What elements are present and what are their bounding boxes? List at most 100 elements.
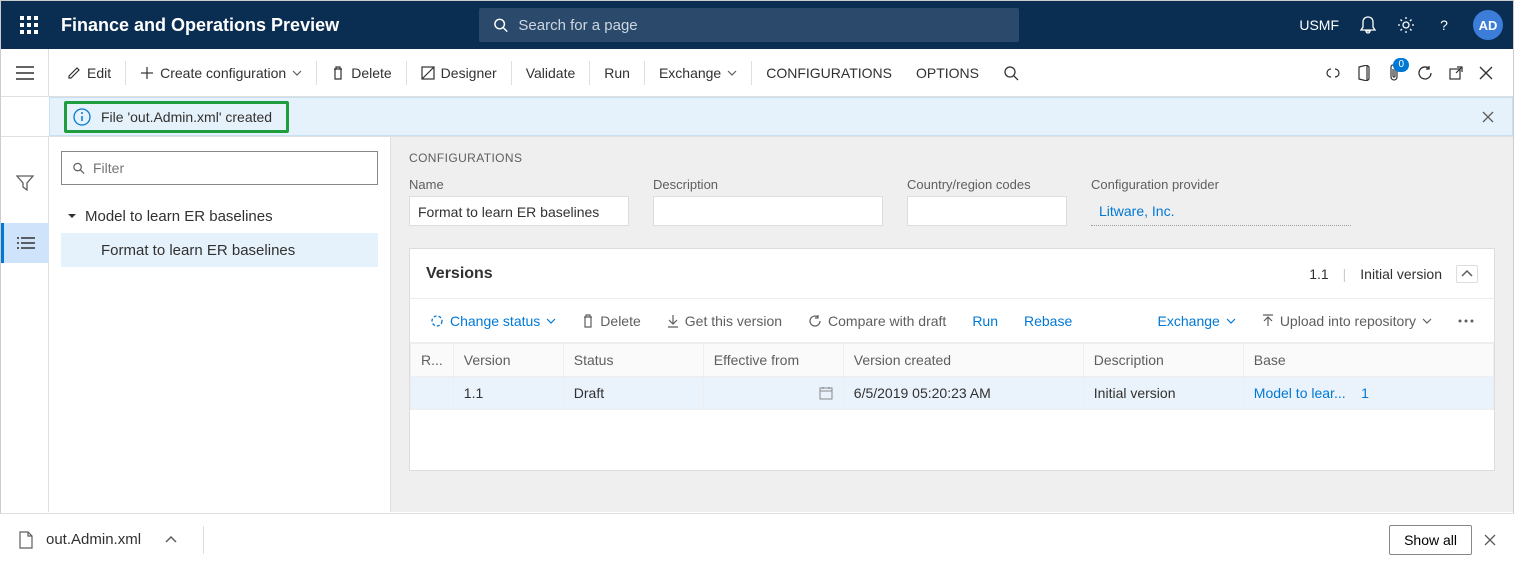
status-close-icon[interactable] <box>1484 534 1496 546</box>
collapse-icon[interactable] <box>1456 265 1478 283</box>
create-configuration-button[interactable]: Create configuration <box>128 49 314 96</box>
info-icon <box>73 108 91 126</box>
chevron-down-icon <box>546 318 556 324</box>
designer-button[interactable]: Designer <box>409 49 509 96</box>
designer-icon <box>421 66 435 80</box>
tree-node-child[interactable]: Format to learn ER baselines <box>61 233 378 267</box>
notification-icon[interactable] <box>1359 16 1377 34</box>
tree-filter[interactable] <box>61 151 378 185</box>
version-exchange-button[interactable]: Exchange <box>1148 299 1246 342</box>
search-action-icon[interactable] <box>991 49 1031 96</box>
settings-gear-icon[interactable] <box>1397 16 1415 34</box>
base-link[interactable]: Model to lear... <box>1254 385 1346 401</box>
col-base[interactable]: Base <box>1243 344 1493 377</box>
help-icon[interactable]: ? <box>1435 16 1453 34</box>
info-message-text: File 'out.Admin.xml' created <box>101 109 272 125</box>
left-rail <box>1 137 49 512</box>
chevron-down-icon <box>1422 318 1432 324</box>
file-icon <box>18 531 34 549</box>
filter-icon <box>72 161 85 175</box>
cell-status: Draft <box>563 377 703 410</box>
detail-pane: CONFIGURATIONS Name Format to learn ER b… <box>391 137 1513 512</box>
edit-button[interactable]: Edit <box>55 49 123 96</box>
company-code[interactable]: USMF <box>1299 17 1339 33</box>
field-provider[interactable]: Litware, Inc. <box>1091 196 1351 226</box>
global-search-input[interactable] <box>518 17 1005 34</box>
change-status-button[interactable]: Change status <box>420 299 566 342</box>
refresh-icon[interactable] <box>1417 65 1433 81</box>
global-search[interactable] <box>479 8 1019 42</box>
status-icon <box>430 314 444 328</box>
calendar-icon[interactable] <box>819 386 833 400</box>
label-name: Name <box>409 177 629 192</box>
close-icon[interactable] <box>1479 66 1493 80</box>
linked-icon[interactable] <box>1325 67 1341 79</box>
chevron-down-icon <box>292 70 302 76</box>
list-rail-icon[interactable] <box>1 223 49 263</box>
label-description: Description <box>653 177 883 192</box>
tree-node-root[interactable]: Model to learn ER baselines <box>61 199 378 233</box>
validate-button[interactable]: Validate <box>514 49 588 96</box>
message-close-icon[interactable] <box>1482 111 1498 123</box>
label-provider: Configuration provider <box>1091 177 1351 192</box>
chevron-up-icon[interactable] <box>165 536 177 544</box>
options-tab[interactable]: OPTIONS <box>904 49 991 96</box>
user-avatar[interactable]: AD <box>1473 10 1503 40</box>
app-title: Finance and Operations Preview <box>61 15 339 36</box>
versions-title: Versions <box>426 265 493 283</box>
trash-icon <box>582 314 594 328</box>
section-title: CONFIGURATIONS <box>409 151 1495 165</box>
trash-icon <box>331 66 345 80</box>
chevron-down-icon <box>727 70 737 76</box>
message-bar: File 'out.Admin.xml' created <box>1 97 1513 137</box>
table-row[interactable]: 1.1 Draft 6/5/2019 05:20:23 AM Initial v… <box>411 377 1494 410</box>
col-created[interactable]: Version created <box>843 344 1083 377</box>
status-file-name[interactable]: out.Admin.xml <box>46 531 141 548</box>
hamburger-icon[interactable] <box>1 49 49 96</box>
status-bar: out.Admin.xml Show all <box>0 513 1514 565</box>
col-r[interactable]: R... <box>411 344 454 377</box>
upload-repository-button[interactable]: Upload into repository <box>1252 299 1442 342</box>
version-run-button[interactable]: Run <box>962 299 1008 342</box>
col-version[interactable]: Version <box>453 344 563 377</box>
waffle-icon[interactable] <box>11 16 47 34</box>
action-bar: Edit Create configuration Delete Designe… <box>1 49 1513 97</box>
delete-button[interactable]: Delete <box>319 49 403 96</box>
cell-base: Model to lear... 1 <box>1243 377 1493 410</box>
exchange-button[interactable]: Exchange <box>647 49 749 96</box>
field-country[interactable] <box>907 196 1067 226</box>
compare-button[interactable]: Compare with draft <box>798 299 956 342</box>
tree-filter-input[interactable] <box>93 160 367 176</box>
top-navbar: Finance and Operations Preview USMF ? AD <box>1 1 1513 49</box>
popout-icon[interactable] <box>1449 66 1463 80</box>
col-description[interactable]: Description <box>1083 344 1243 377</box>
field-name[interactable]: Format to learn ER baselines <box>409 196 629 226</box>
compare-icon <box>808 314 822 328</box>
pencil-icon <box>67 66 81 80</box>
attachments-icon[interactable]: 0 <box>1387 64 1401 82</box>
svg-text:?: ? <box>1440 17 1448 33</box>
download-icon <box>667 314 679 328</box>
attachments-badge: 0 <box>1393 58 1409 72</box>
get-version-button[interactable]: Get this version <box>657 299 792 342</box>
show-all-button[interactable]: Show all <box>1389 525 1472 555</box>
cell-effective <box>703 377 843 410</box>
field-description[interactable] <box>653 196 883 226</box>
cell-version: 1.1 <box>453 377 563 410</box>
more-icon[interactable] <box>1448 299 1484 342</box>
office-icon[interactable] <box>1357 65 1371 81</box>
info-message: File 'out.Admin.xml' created <box>64 101 289 133</box>
base-num[interactable]: 1 <box>1361 385 1369 401</box>
table-header-row: R... Version Status Effective from Versi… <box>411 344 1494 377</box>
versions-table: R... Version Status Effective from Versi… <box>410 343 1494 410</box>
col-status[interactable]: Status <box>563 344 703 377</box>
col-effective[interactable]: Effective from <box>703 344 843 377</box>
label-country: Country/region codes <box>907 177 1067 192</box>
nav-tree-pane: Model to learn ER baselines Format to le… <box>49 137 391 512</box>
run-button[interactable]: Run <box>592 49 642 96</box>
search-icon <box>493 17 508 33</box>
rebase-button[interactable]: Rebase <box>1014 299 1082 342</box>
configurations-tab[interactable]: CONFIGURATIONS <box>754 49 904 96</box>
filter-rail-icon[interactable] <box>1 163 49 203</box>
version-delete-button[interactable]: Delete <box>572 299 650 342</box>
